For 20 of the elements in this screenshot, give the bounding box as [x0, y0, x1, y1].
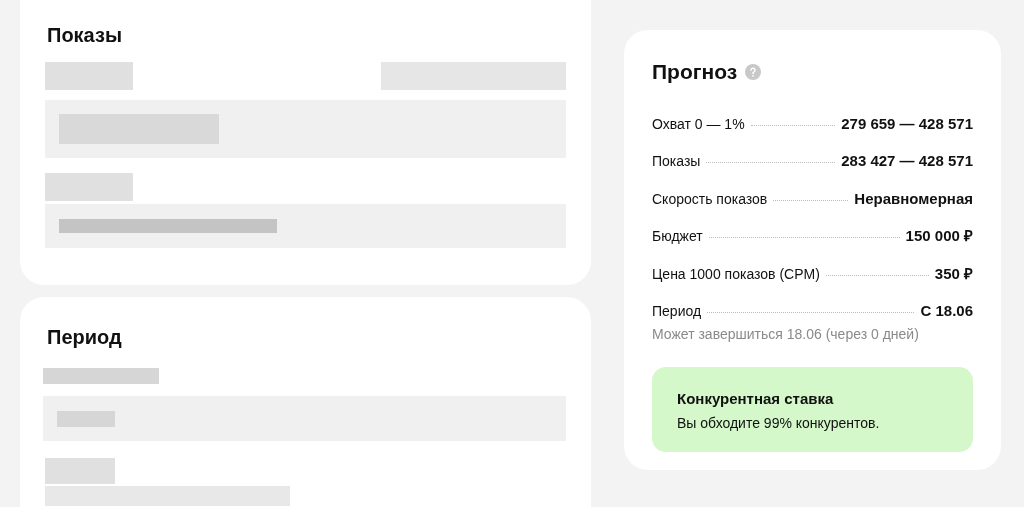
forecast-title: Прогноз	[652, 59, 738, 85]
forecast-value: 350 ₽	[934, 263, 973, 284]
section-title: Период	[47, 325, 123, 350]
section-title: Показы	[47, 23, 123, 48]
forecast-label: Цена 1000 показов (CPM)	[652, 264, 820, 284]
forecast-value: 279 659 — 428 571	[841, 113, 973, 134]
forecast-label: Скорость показов	[652, 189, 768, 209]
redacted-label	[45, 458, 115, 484]
forecast-value: С 18.06	[920, 301, 973, 321]
forecast-value: Неравномерная	[854, 188, 973, 209]
forecast-value: 150 000 ₽	[905, 226, 973, 246]
forecast-label: Охват 0 — 1%	[652, 114, 745, 134]
forecast-label: Показы	[652, 152, 701, 171]
forecast-label: Бюджет	[652, 227, 703, 246]
help-icon	[745, 63, 762, 80]
forecast-label: Период	[652, 302, 702, 321]
forecast-note: Может завершиться 18.06 (через 0 дней)	[652, 324, 920, 344]
forecast-value: 283 427 — 428 571	[841, 151, 973, 171]
notice-text: Вы обходите 99% конкурентов.	[677, 414, 881, 433]
notice-title: Конкурентная ставка	[677, 388, 835, 409]
